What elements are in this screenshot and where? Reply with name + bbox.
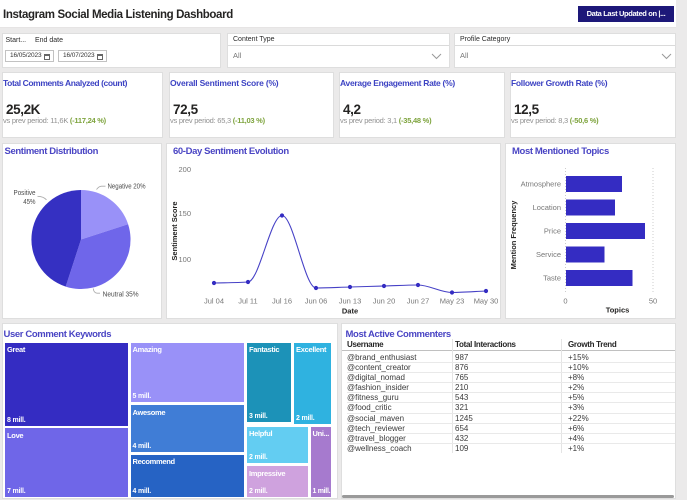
svg-text:Neutral 35%: Neutral 35% (103, 290, 139, 299)
svg-text:Topics: Topics (606, 306, 630, 315)
svg-text:Jun 20: Jun 20 (373, 297, 396, 306)
svg-text:Sentiment Score: Sentiment Score (170, 201, 179, 260)
svg-text:May 30: May 30 (474, 297, 499, 306)
svg-text:50: 50 (649, 296, 657, 305)
svg-text:0: 0 (563, 296, 567, 305)
svg-text:Taste: Taste (543, 274, 561, 283)
svg-text:Jun 06: Jun 06 (305, 297, 328, 306)
svg-text:Jun 13: Jun 13 (339, 297, 362, 306)
svg-text:Date: Date (342, 307, 358, 316)
svg-text:Negative 20%: Negative 20% (108, 182, 146, 191)
svg-text:45%: 45% (23, 197, 36, 206)
svg-text:200: 200 (178, 165, 191, 174)
svg-text:Service: Service (536, 250, 561, 259)
svg-text:Jul 11: Jul 11 (238, 297, 257, 306)
svg-text:Mention Frequency: Mention Frequency (509, 200, 518, 270)
svg-text:Jul 04: Jul 04 (204, 297, 224, 306)
svg-text:May 23: May 23 (440, 297, 465, 306)
svg-text:Positive: Positive (14, 188, 36, 197)
svg-text:Atmosphere: Atmosphere (521, 180, 561, 189)
svg-text:Price: Price (544, 227, 561, 236)
svg-text:Jun 27: Jun 27 (407, 297, 430, 306)
svg-text:150: 150 (178, 209, 191, 218)
svg-text:Location: Location (533, 203, 561, 212)
svg-text:Jul 16: Jul 16 (272, 297, 292, 306)
svg-text:100: 100 (178, 255, 191, 264)
